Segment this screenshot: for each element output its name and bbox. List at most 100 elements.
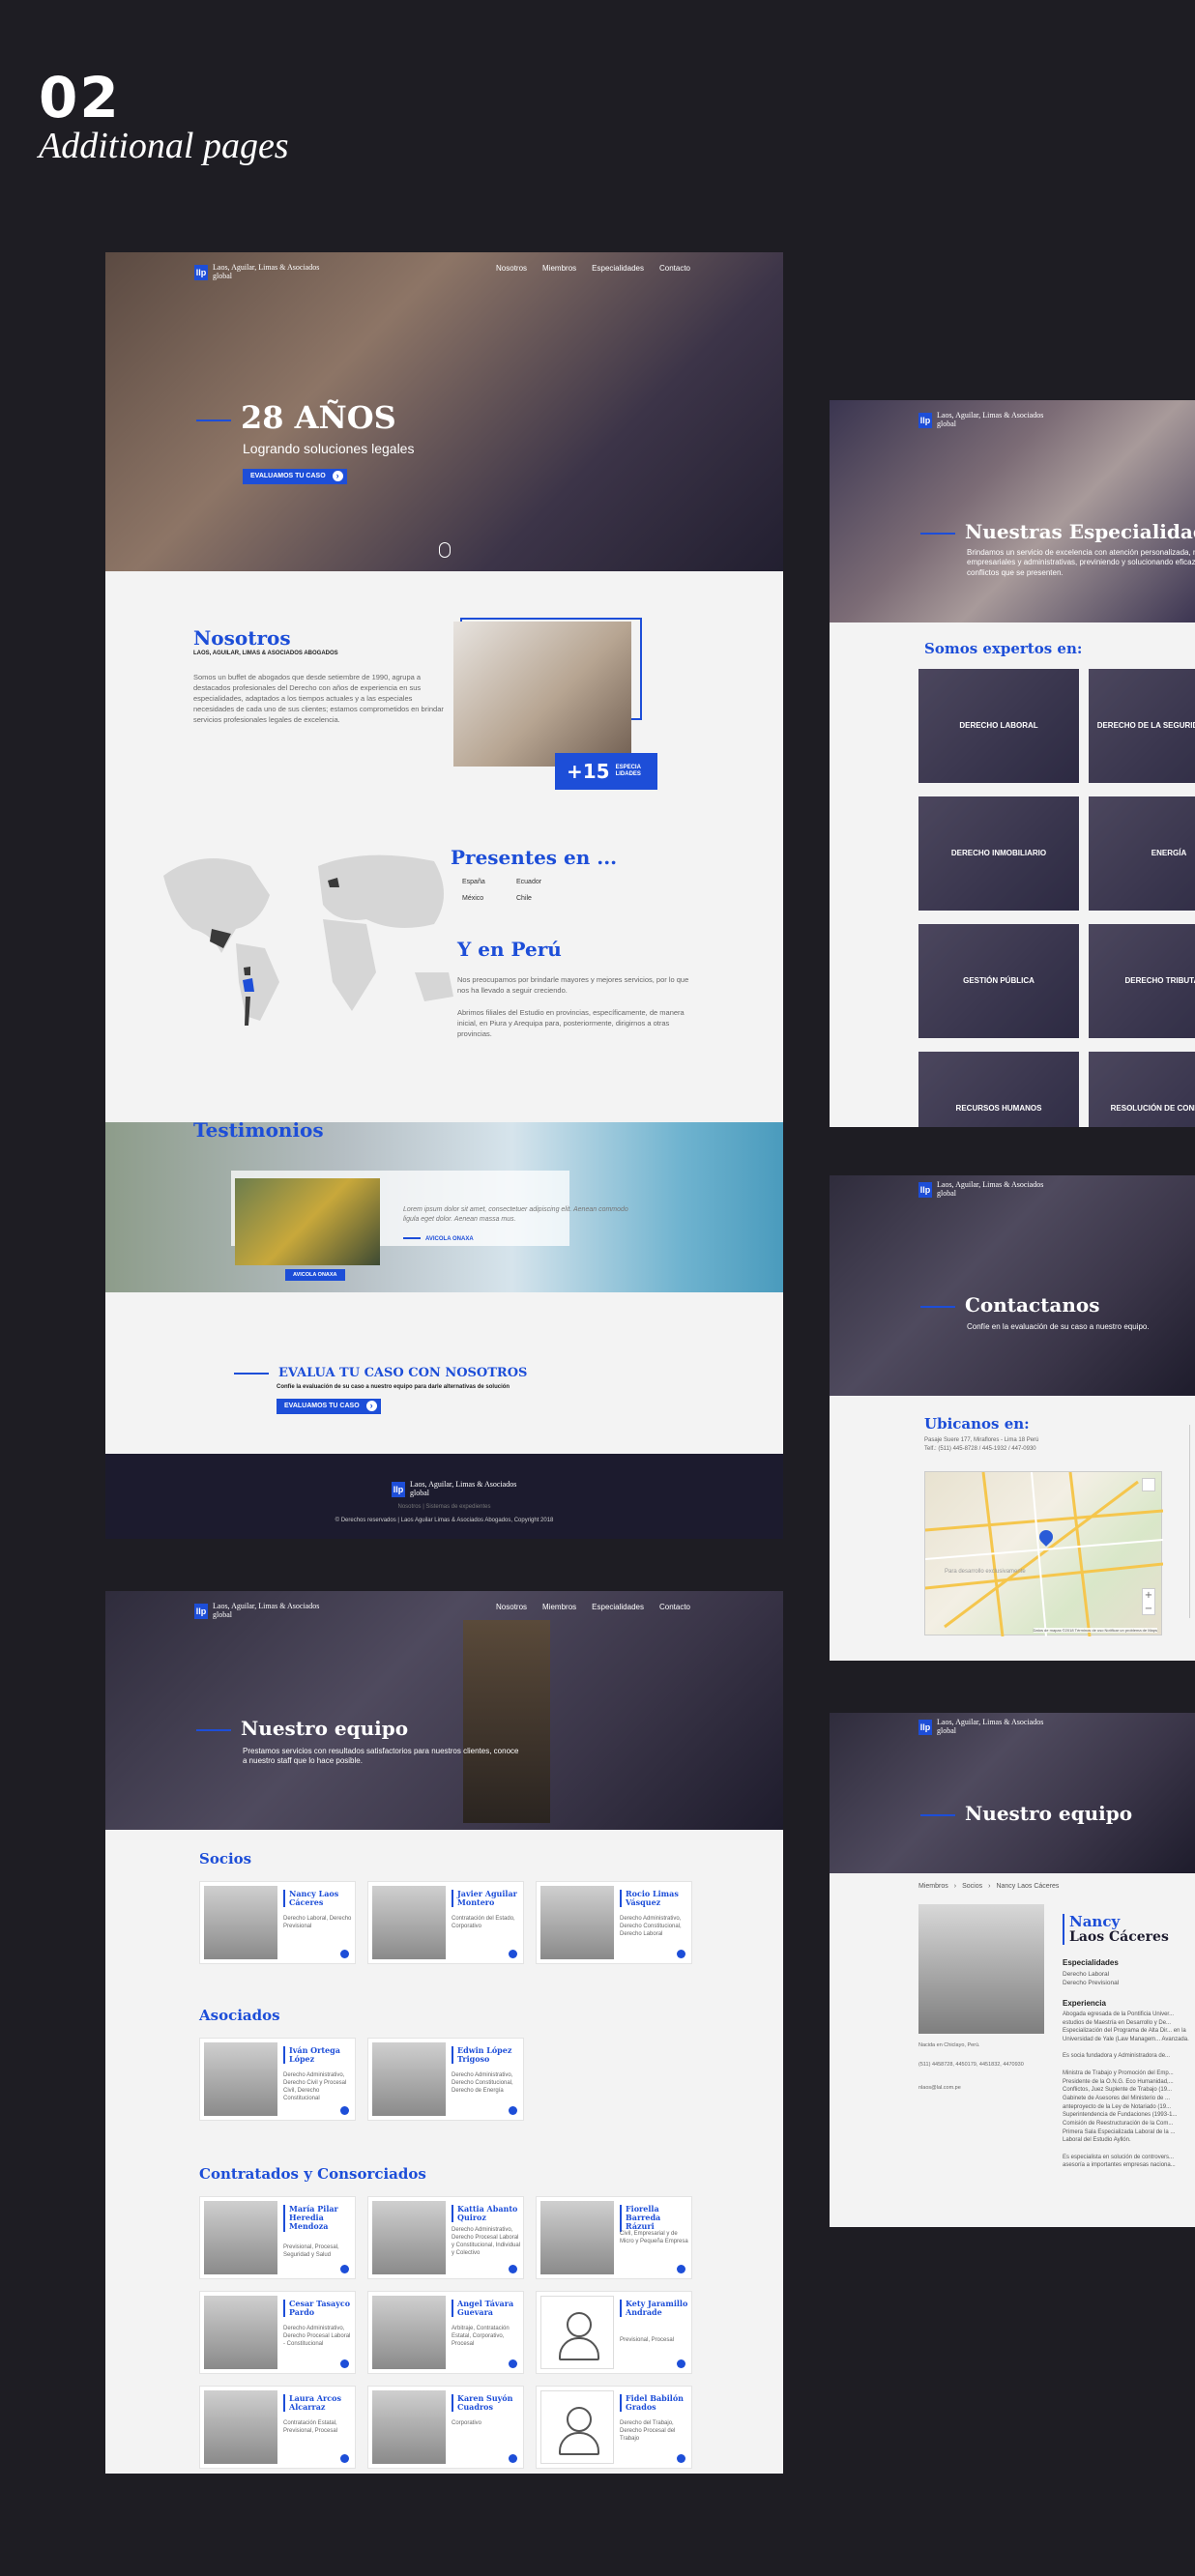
plus-icon[interactable] [509,2359,517,2368]
plus-icon[interactable] [677,2265,685,2273]
profile-photo [918,1904,1044,2034]
member-card[interactable]: Laura Arcos Alcarraz Contratación Estatal… [199,2386,356,2469]
member-name: Iván Ortega López [283,2045,353,2065]
specialty-tile[interactable]: ENERGÍA [1089,796,1195,911]
plus-icon[interactable] [340,2265,349,2273]
nav-item-nosotros[interactable]: Nosotros [496,1603,527,1611]
specialty-tile[interactable]: DERECHO TRIBUTARIO [1089,924,1195,1038]
brand-logo[interactable]: llp Laos, Aguilar, Limas & Asociados glob… [918,1180,1043,1199]
brand-logo[interactable]: llp Laos, Aguilar, Limas & Asociados glob… [194,263,319,281]
plus-icon[interactable] [340,2454,349,2463]
member-card[interactable]: Fiorella Barreda Rázuri Civil, Empresaria… [536,2196,692,2279]
plus-icon[interactable] [509,2454,517,2463]
main-nav: Nosotros Miembros Especialidades Contact… [496,1603,690,1611]
profile-email[interactable]: nlaos@lal.com.pe [918,2084,961,2092]
plus-icon[interactable] [340,2106,349,2115]
location-map[interactable]: Para desarrollo exclusivamente + − Datos … [924,1471,1163,1636]
member-card[interactable]: Cesar Tasayco Pardo Derecho Administrativ… [199,2291,356,2374]
member-card[interactable]: Rocio Limas Vásquez Derecho Administrativ… [536,1881,692,1964]
cta-evaluate-button[interactable]: EVALUAMOS TU CASO [277,1399,381,1414]
profile-page-mockup: llp Laos, Aguilar, Limas & Asociados glob… [830,1713,1195,2227]
specialty-tile[interactable]: DERECHO INMOBILIARIO [918,796,1079,911]
specialty-tile[interactable]: DERECHO DE LA SEGURIDAD SOCIAL [1089,669,1195,783]
member-card[interactable]: Edwin López Trigoso Derecho Administrativ… [367,2038,524,2121]
specialty-label: DERECHO DE LA SEGURIDAD SOCIAL [1096,721,1195,731]
specialty-tile[interactable]: DERECHO LABORAL [918,669,1079,783]
plus-icon[interactable] [340,2359,349,2368]
member-areas: Contratación Estatal, Previsional, Proce… [283,2420,338,2435]
brand-logo[interactable]: llp Laos, Aguilar, Limas & Asociados glob… [918,1718,1043,1736]
specialty-tile[interactable]: RESOLUCIÓN DE CONFLICTOS [1089,1052,1195,1127]
member-card[interactable]: Kety Jaramillo Andrade Previsional, Proce… [536,2291,692,2374]
footer-links[interactable]: Nosotros | Sistemas de expedientes [105,1504,783,1510]
member-name: Kety Jaramillo Andrade [620,2299,689,2318]
presentes-title: Presentes en ... [451,846,618,869]
avatar-placeholder-icon [540,2296,614,2369]
peru-paragraph-1: Nos preocupamos por brindarle mayores y … [457,975,689,995]
country-item: Ecuador [516,879,542,885]
team-hero-subtitle: Prestamos servicios con resultados satis… [243,1747,519,1766]
site-footer: llp Laos, Aguilar, Limas & Asociados glob… [105,1454,783,1539]
fullscreen-icon[interactable] [1142,1478,1155,1491]
plus-icon[interactable] [509,2265,517,2273]
member-card[interactable]: Javier Aguilar Montero Contratación del E… [367,1881,524,1964]
brand-logo[interactable]: llp Laos, Aguilar, Limas & Asociados glob… [194,1602,319,1620]
nav-item-especialidades[interactable]: Especialidades [592,1603,644,1611]
hero-evaluate-button[interactable]: EVALUAMOS TU CASO [243,469,347,484]
plus-icon[interactable] [677,2359,685,2368]
member-name: Fidel Babilón Grados [620,2393,689,2413]
scroll-mouse-icon[interactable] [439,542,451,558]
member-photo [372,2201,446,2274]
brand-tag: global [213,1609,232,1619]
plus-icon[interactable] [677,1950,685,1958]
nav-item-miembros[interactable]: Miembros [542,264,576,273]
member-photo [540,2201,614,2274]
experience-paragraph: Abogada egresada de la Pontificia Univer… [1063,2012,1189,2043]
plus-icon[interactable] [677,2454,685,2463]
nav-item-contacto[interactable]: Contacto [659,1603,690,1611]
member-card[interactable]: Nancy Laos Cáceres Derecho Laboral, Derec… [199,1881,356,1964]
map-watermark: Para desarrollo exclusivamente [945,1569,1026,1575]
zoom-controls[interactable]: + − [1142,1588,1155,1615]
breadcrumb-item[interactable]: Socios [962,1883,982,1890]
member-card[interactable]: Angel Távara Guevara Arbitraje, Contratac… [367,2291,524,2374]
member-card[interactable]: Iván Ortega López Derecho Administrativo,… [199,2038,356,2121]
brand-logo[interactable]: llp Laos, Aguilar, Limas & Asociados glob… [918,411,1043,429]
specialty-label: RECURSOS HUMANOS [955,1104,1042,1114]
member-card[interactable]: Karen Suyón Cuadros Corporativo [367,2386,524,2469]
about-photo [453,622,631,767]
member-areas: Derecho Laboral, Derecho Previsional [283,1916,352,1930]
world-map [163,854,453,1026]
profile-hero: llp Laos, Aguilar, Limas & Asociados glob… [830,1713,1195,1873]
footer-logo[interactable]: llp Laos, Aguilar, Limas & Asociados glob… [392,1480,516,1498]
nav-item-miembros[interactable]: Miembros [542,1603,576,1611]
plus-icon[interactable] [509,2106,517,2115]
member-card[interactable]: María Pilar Heredia Mendoza Previsional, … [199,2196,356,2279]
socios-title: Socios [199,1850,252,1867]
member-card[interactable]: Kattia Abanto Quiroz Derecho Administrati… [367,2196,524,2279]
specialty-tile[interactable]: RECURSOS HUMANOS [918,1052,1079,1127]
contratados-title: Contratados y Consorciados [199,2165,426,2183]
specialties-page-mockup: llp Laos, Aguilar, Limas & Asociados glob… [830,400,1195,1127]
member-areas: Contratación del Estado, Corporativo [452,1916,515,1930]
nav-item-especialidades[interactable]: Especialidades [592,264,644,273]
experience-paragraph: Es socia fundadora y Administradora de..… [1063,2053,1171,2060]
member-name: Edwin López Trigoso [452,2045,521,2065]
member-name: Cesar Tasayco Pardo [283,2299,353,2318]
plus-icon[interactable] [340,1950,349,1958]
specialty-tile[interactable]: GESTIÓN PÚBLICA [918,924,1079,1038]
nav-item-contacto[interactable]: Contacto [659,264,690,273]
experiencia-text: Abogada egresada de la Pontificia Univer… [1063,2011,1195,2223]
testimonials-title: Testimonios [193,1118,324,1142]
specialties-hero: llp Laos, Aguilar, Limas & Asociados glob… [830,400,1195,622]
team-hero: llp Laos, Aguilar, Limas & Asociados glob… [105,1591,783,1830]
plus-icon[interactable] [509,1950,517,1958]
team-hero-title: Nuestro equipo [241,1717,409,1740]
main-nav: Nosotros Miembros Especialidades Contact… [496,264,690,273]
breadcrumb-item[interactable]: Miembros [918,1883,948,1890]
nav-item-nosotros[interactable]: Nosotros [496,264,527,273]
member-card[interactable]: Fidel Babilón Grados Derecho del Trabajo,… [536,2386,692,2469]
hero-subtitle: Logrando soluciones legales [243,441,415,456]
country-item: México [462,895,484,902]
avatar-placeholder-icon [540,2390,614,2464]
